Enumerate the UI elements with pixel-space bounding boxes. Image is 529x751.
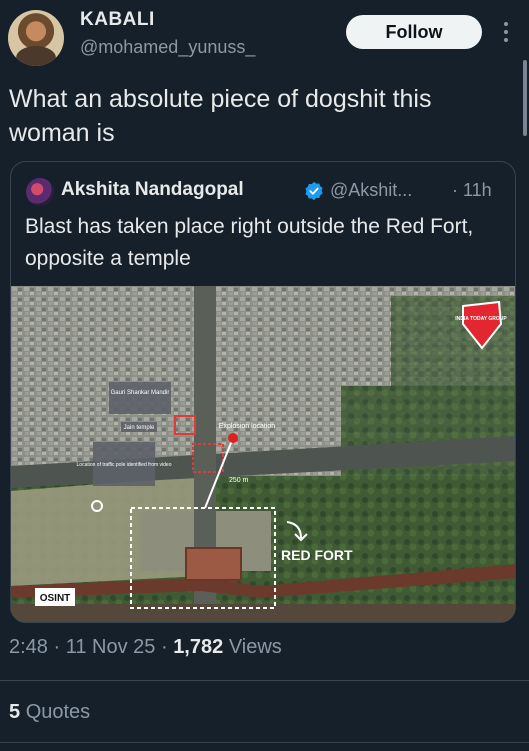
quoted-author-avatar[interactable] [26,178,54,206]
quoted-tweet-image[interactable]: Gauri Shankar Mandir Jain temple Locatio… [11,286,515,622]
quoted-tweet-text: Blast has taken place right outside the … [25,215,474,270]
quoted-author-display-name[interactable]: Akshita Nandagopal [61,179,244,201]
tweet-meta: 2:48 · 11 Nov 25 · 1,782 Views [9,636,282,658]
divider [0,742,529,743]
verified-badge-icon [305,181,323,201]
quoted-author-handle[interactable]: @Akshit... [330,180,412,201]
tweet-header: KABALI @mohamed_yunuss_ Follow [0,0,529,70]
quotes-count: 5 [9,701,21,723]
map-label-explosion: Explosion location [219,423,276,430]
author-display-name[interactable]: KABALI [80,9,155,31]
osint-watermark: OSINT [40,593,71,604]
quoted-tweet[interactable]: Akshita Nandagopal @Akshit... · 11h Blas… [10,161,516,623]
author-handle[interactable]: @mohamed_yunuss_ [80,37,255,58]
map-label-jain-temple: Jain temple [124,425,155,431]
divider [0,680,529,681]
author-avatar[interactable] [8,10,64,66]
map-label-temple: Gauri Shankar Mandir [111,390,170,396]
more-options-icon[interactable] [496,18,516,48]
quoted-timestamp[interactable]: · 11h [452,180,492,201]
scrollbar[interactable] [523,60,527,136]
views-label: Views [228,636,282,658]
map-label-traffic-pole: Location of traffic pole identified from… [77,462,172,468]
tweet-date[interactable]: 11 Nov 25 [66,636,156,658]
views-count: 1,782 [173,636,224,658]
map-label-distance: 250 m [229,477,249,484]
follow-button[interactable]: Follow [346,15,482,49]
tweet-time[interactable]: 2:48 [9,636,48,658]
india-today-logo: INDIA TODAY GROUP [455,316,507,322]
tweet-text: What an absolute piece of dogshit this w… [9,85,432,147]
quotes-label: Quotes [25,701,91,723]
map-label-red-fort: RED FORT [281,547,353,563]
quotes-link[interactable]: 5 Quotes [9,701,90,724]
